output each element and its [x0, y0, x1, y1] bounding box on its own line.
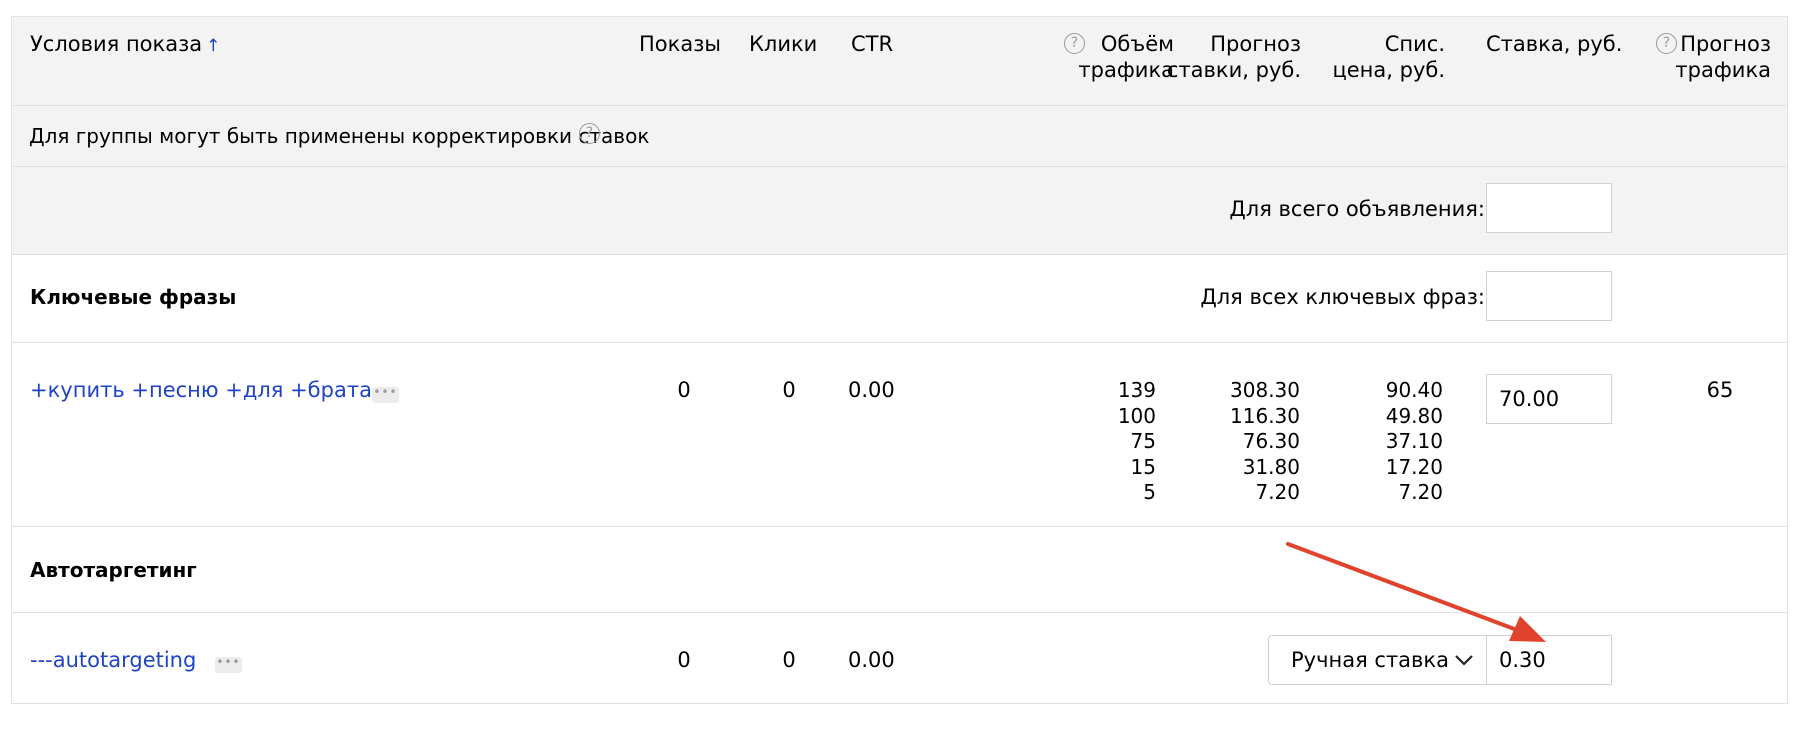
annotation-arrow-icon — [1286, 542, 1546, 642]
